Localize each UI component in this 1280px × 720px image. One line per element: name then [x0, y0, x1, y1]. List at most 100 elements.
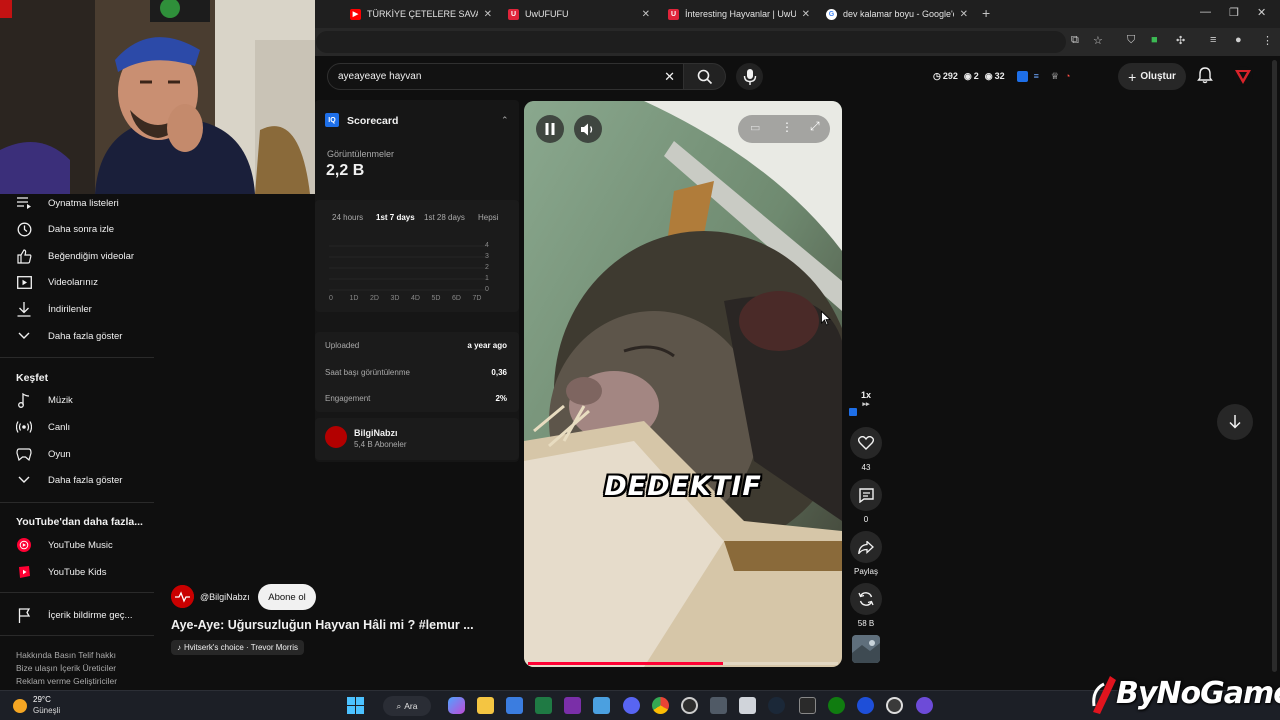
menu-kebab-icon[interactable]: ⋮ — [1262, 34, 1273, 47]
subscribe-button[interactable]: Abone ol — [258, 584, 316, 610]
browser-tab[interactable]: U UwUFUFU ✕ — [500, 3, 658, 25]
new-tab-button[interactable]: + — [982, 5, 990, 21]
account-avatar[interactable] — [1233, 66, 1253, 86]
remix-button[interactable] — [850, 583, 882, 615]
close-tab-icon[interactable]: ✕ — [642, 9, 650, 20]
clear-search-icon[interactable]: ✕ — [664, 69, 675, 85]
sound-thumbnail[interactable] — [852, 635, 880, 663]
close-tab-icon[interactable]: ✕ — [802, 9, 810, 20]
sidebar-item-youtube-kids[interactable]: YouTube Kids — [0, 559, 154, 585]
bookmark-star-icon[interactable]: ☆ — [1093, 34, 1103, 47]
ea-app-icon[interactable] — [857, 697, 874, 714]
close-tab-icon[interactable]: ✕ — [484, 9, 492, 20]
sidebar-item-watch-later[interactable]: Daha sonra izle — [0, 216, 154, 242]
profile-avatar-icon[interactable]: ● — [1235, 34, 1242, 46]
next-short-button[interactable] — [1217, 404, 1253, 440]
share-button[interactable] — [850, 531, 882, 563]
channel-name[interactable]: BilgiNabzı — [354, 428, 398, 438]
tab-title: dev kalamar boyu - Google'da Ara — [843, 9, 954, 19]
tab-all[interactable]: Hepsi — [478, 213, 498, 222]
file-explorer-icon[interactable] — [477, 697, 494, 714]
create-button[interactable]: + Oluştur — [1118, 63, 1186, 90]
award-icon[interactable]: ♕ — [1051, 71, 1059, 82]
taskbar-search-button[interactable]: ⌕ Ara — [383, 696, 431, 716]
captions-icon[interactable]: ▭ — [750, 121, 760, 134]
notification-dot-icon[interactable]: ◔ — [1065, 71, 1070, 81]
minimize-icon[interactable]: — — [1200, 6, 1211, 18]
search-input[interactable]: ayeayeaye hayvan — [338, 71, 421, 82]
comments-button[interactable] — [850, 479, 882, 511]
extensions-puzzle-icon[interactable]: ✣ — [1176, 34, 1185, 47]
onenote-icon[interactable] — [564, 697, 581, 714]
views-per-hour-row: Saat başı görüntülenme 0,36 — [325, 368, 507, 377]
sidebar-item-liked-videos[interactable]: Beğendiğim videolar — [0, 243, 154, 269]
xbox-icon[interactable] — [828, 697, 845, 714]
weather-temperature[interactable]: 29°C — [33, 695, 51, 704]
close-tab-icon[interactable]: ✕ — [960, 9, 968, 20]
channel-avatar[interactable] — [171, 585, 194, 608]
sidebar-item-your-videos[interactable]: Videolarınız — [0, 269, 154, 295]
iq-icon[interactable] — [1016, 70, 1028, 82]
excel-icon[interactable] — [535, 697, 552, 714]
copilot-icon[interactable] — [448, 697, 465, 714]
weather-description[interactable]: Güneşli — [33, 706, 60, 715]
tab-1st-7-days[interactable]: 1st 7 days — [376, 213, 415, 222]
sidebar-item-youtube-music[interactable]: YouTube Music — [0, 532, 154, 558]
tab-1st-28-days[interactable]: 1st 28 days — [424, 213, 465, 222]
discord-icon[interactable] — [623, 697, 640, 714]
like-button[interactable] — [850, 427, 882, 459]
video-progress-bar[interactable] — [528, 662, 838, 665]
channel-avatar[interactable] — [325, 426, 347, 448]
page-scrollbar[interactable] — [1272, 60, 1277, 672]
calculator-icon[interactable] — [710, 697, 727, 714]
chrome-icon[interactable] — [652, 697, 669, 714]
footer-links[interactable]: Reklam verme Geliştiriciler — [16, 676, 117, 686]
volume-button[interactable] — [574, 115, 602, 143]
footer-links[interactable]: Hakkında Basın Telif hakkı — [16, 650, 116, 660]
sidebar-item-report-history[interactable]: İçerik bildirme geç... — [0, 602, 154, 628]
fullscreen-icon[interactable]: ⤢ — [810, 119, 820, 134]
tab-24-hours[interactable]: 24 hours — [332, 213, 363, 222]
channel-handle[interactable]: @BilgiNabzı — [200, 592, 250, 602]
windows-start-icon[interactable] — [347, 697, 364, 714]
app-icon[interactable] — [681, 697, 698, 714]
sidebar-item-downloads[interactable]: İndirilenler — [0, 296, 154, 322]
app-circle-icon[interactable] — [916, 697, 933, 714]
sidebar-item-gaming[interactable]: Oyun — [0, 441, 154, 467]
engagement-row: Engagement 2% — [325, 394, 507, 403]
more-options-icon[interactable]: ⋮ — [781, 120, 793, 134]
media-control-icon[interactable]: ≡ — [1210, 34, 1216, 46]
close-window-icon[interactable]: ✕ — [1257, 6, 1266, 19]
chevron-up-icon[interactable]: ⌃ — [501, 115, 509, 126]
footer-links[interactable]: Bize ulaşın İçerik Üreticiler — [16, 663, 116, 673]
install-icon[interactable]: ⧉ — [1071, 34, 1079, 47]
epic-games-icon[interactable] — [799, 697, 816, 714]
maximize-icon[interactable]: ❐ — [1229, 6, 1239, 19]
sidebar-item-music[interactable]: Müzik — [0, 387, 154, 413]
sidebar-explore-show-more[interactable]: Daha fazla göster — [0, 467, 154, 493]
notepad-icon[interactable] — [593, 697, 610, 714]
extension-green-icon[interactable]: ■ — [1151, 34, 1158, 46]
create-label: Oluştur — [1140, 71, 1176, 82]
pause-button[interactable] — [536, 115, 564, 143]
browser-tab[interactable]: G dev kalamar boyu - Google'da Ara ✕ — [818, 3, 976, 25]
voice-search-button[interactable] — [736, 63, 763, 90]
shorts-video-player[interactable]: ▭ ⋮ ⤢ DEDEKTIF — [524, 101, 842, 667]
bell-icon[interactable] — [1196, 66, 1214, 84]
steam-icon[interactable] — [768, 697, 785, 714]
extension-shield-icon[interactable]: ⛉ — [1127, 34, 1135, 47]
views-value: 2,2 B — [326, 162, 365, 179]
short-title[interactable]: Aye-Aye: Uğursuzluğun Hayvan Hâli mi ? #… — [171, 618, 474, 632]
sidebar-show-more[interactable]: Daha fazla göster — [0, 323, 154, 349]
browser-tab[interactable]: ▶ TÜRKİYE ÇETELERE SAVAŞ AÇTI ✕ — [342, 3, 500, 25]
music-chip[interactable]: ♪ Hvitserk's choice · Trevor Morris — [171, 640, 304, 655]
snipping-tool-icon[interactable] — [739, 697, 756, 714]
obs-icon[interactable] — [886, 697, 903, 714]
sidebar-item-live[interactable]: Canlı — [0, 414, 154, 440]
store-icon[interactable] — [506, 697, 523, 714]
browser-tab[interactable]: U İnteresting Hayvanlar | UwUFUFU ✕ — [660, 3, 818, 25]
search-bar[interactable]: ayeayeaye hayvan ✕ — [327, 63, 684, 90]
url-field[interactable] — [316, 31, 1066, 53]
list-icon[interactable]: ≡ — [1034, 71, 1039, 81]
search-button[interactable] — [684, 63, 726, 90]
